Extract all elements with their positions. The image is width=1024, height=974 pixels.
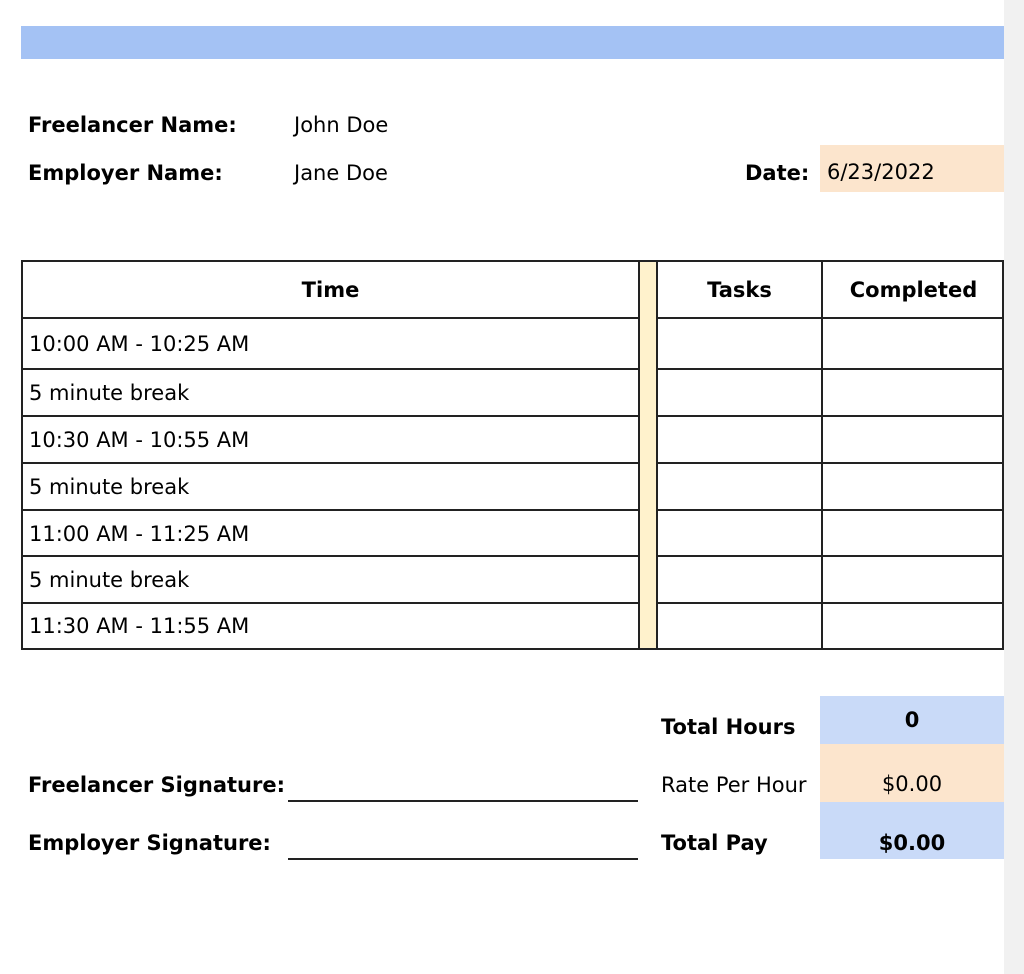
header-band — [21, 26, 1004, 59]
timesheet-page: Freelancer Name: John Doe Employer Name:… — [0, 0, 1004, 974]
rate-per-hour-label: Rate Per Hour — [661, 773, 807, 797]
freelancer-name-value[interactable]: John Doe — [294, 115, 388, 136]
completed-cell[interactable] — [823, 511, 1004, 556]
scrollbar-track[interactable] — [1004, 0, 1024, 974]
time-cell[interactable]: 10:00 AM - 10:25 AM — [23, 319, 638, 369]
employer-name-value[interactable]: Jane Doe — [294, 163, 388, 184]
total-pay-value: $0.00 — [820, 802, 1004, 859]
date-label: Date: — [745, 161, 810, 185]
time-cell[interactable]: 11:00 AM - 11:25 AM — [23, 511, 638, 556]
header-completed: Completed — [849, 278, 978, 302]
time-cell[interactable]: 11:30 AM - 11:55 AM — [23, 604, 638, 648]
header-tasks: Tasks — [707, 278, 772, 302]
table-row: 5 minute break — [23, 557, 1002, 603]
freelancer-name-label: Freelancer Name: — [28, 113, 237, 137]
time-cell[interactable]: 10:30 AM - 10:55 AM — [23, 417, 638, 463]
date-value: 6/23/2022 — [827, 160, 935, 184]
completed-cell[interactable] — [823, 557, 1004, 603]
tasks-cell[interactable] — [658, 464, 821, 510]
total-hours-value: 0 — [820, 696, 1004, 744]
table-header-row: Time Tasks Completed — [23, 262, 1002, 318]
tasks-cell[interactable] — [658, 417, 821, 463]
completed-cell[interactable] — [823, 417, 1004, 463]
time-cell[interactable]: 5 minute break — [23, 464, 638, 510]
time-cell[interactable]: 5 minute break — [23, 557, 638, 603]
header-time: Time — [301, 278, 360, 302]
employer-signature-label: Employer Signature: — [28, 831, 271, 855]
table-row: 5 minute break — [23, 370, 1002, 416]
table-row: 10:30 AM - 10:55 AM — [23, 417, 1002, 463]
table-row: 10:00 AM - 10:25 AM — [23, 319, 1002, 369]
tasks-cell[interactable] — [658, 557, 821, 603]
tasks-cell[interactable] — [658, 319, 821, 369]
completed-cell[interactable] — [823, 604, 1004, 648]
freelancer-signature-line[interactable] — [288, 800, 638, 802]
completed-cell[interactable] — [823, 319, 1004, 369]
total-pay-label: Total Pay — [661, 831, 768, 855]
table-row: 5 minute break — [23, 464, 1002, 510]
table-row: 11:30 AM - 11:55 AM — [23, 604, 1002, 648]
freelancer-signature-label: Freelancer Signature: — [28, 773, 285, 797]
employer-name-label: Employer Name: — [28, 161, 223, 185]
table-row: 11:00 AM - 11:25 AM — [23, 511, 1002, 556]
completed-cell[interactable] — [823, 464, 1004, 510]
time-cell[interactable]: 5 minute break — [23, 370, 638, 416]
tasks-cell[interactable] — [658, 511, 821, 556]
tasks-cell[interactable] — [658, 604, 821, 648]
tasks-cell[interactable] — [658, 370, 821, 416]
schedule-table: Time Tasks Completed 10:00 AM - 10:25 AM… — [21, 260, 1004, 650]
date-field[interactable]: 6/23/2022 — [820, 145, 1004, 192]
completed-cell[interactable] — [823, 370, 1004, 416]
employer-signature-line[interactable] — [288, 858, 638, 860]
total-hours-label: Total Hours — [661, 715, 796, 739]
rate-per-hour-field[interactable]: $0.00 — [820, 744, 1004, 802]
